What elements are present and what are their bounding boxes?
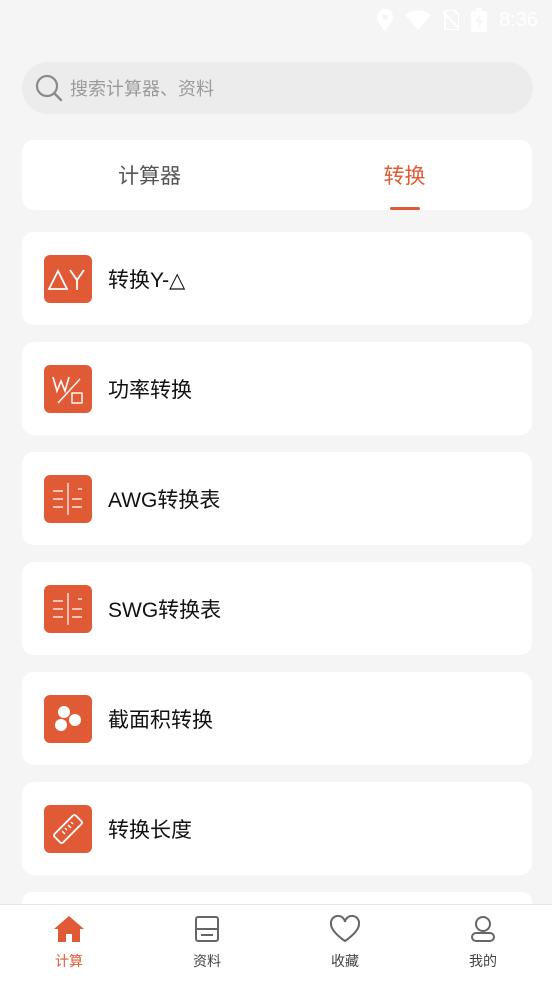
list-item-power[interactable]: 功率转换 — [22, 342, 532, 435]
awg-table-icon — [44, 474, 92, 523]
list-item-cross-section[interactable]: 截面积转换 — [22, 672, 532, 765]
tab-label: 计算器 — [118, 164, 181, 188]
list-item-delta-y[interactable]: 转换Y-△ — [22, 232, 532, 325]
wifi-icon — [405, 10, 432, 30]
nav-label: 收藏 — [331, 954, 359, 970]
category-tabs: 计算器 转换 — [22, 140, 532, 210]
tab-convert[interactable]: 转换 — [277, 140, 532, 210]
cross-section-icon — [44, 694, 92, 743]
convert-list: 转换Y-△ 功率转换 AWG转换表 SWG转换表 截面积转换 转换长度 — [22, 232, 532, 929]
nav-item-materials[interactable]: 资料 — [138, 905, 276, 981]
nav-item-calculate[interactable]: 计算 — [0, 905, 138, 981]
active-tab-indicator — [389, 207, 420, 210]
list-item-swg[interactable]: SWG转换表 — [22, 562, 532, 655]
item-label: 转换Y-△ — [108, 268, 186, 292]
location-icon — [377, 9, 394, 31]
tab-calculator[interactable]: 计算器 — [22, 140, 277, 210]
item-label: 功率转换 — [108, 378, 192, 402]
status-bar: 8:36 — [0, 0, 552, 40]
heart-icon — [329, 914, 361, 947]
nav-item-profile[interactable]: 我的 — [414, 905, 552, 981]
nav-item-favorites[interactable]: 收藏 — [276, 905, 414, 981]
list-item-awg[interactable]: AWG转换表 — [22, 452, 532, 545]
profile-icon — [469, 915, 497, 947]
bottom-nav: 计算 资料 收藏 我的 — [0, 904, 552, 981]
search-placeholder: 搜索计算器、资料 — [70, 79, 214, 100]
search-icon — [34, 73, 64, 103]
no-sim-icon — [443, 10, 460, 30]
power-w-icon — [44, 364, 92, 413]
battery-charging-icon — [471, 8, 488, 32]
search-bar[interactable]: 搜索计算器、资料 — [22, 62, 533, 114]
home-icon — [54, 915, 84, 947]
nav-label: 我的 — [469, 954, 497, 970]
document-icon — [193, 915, 221, 947]
nav-label: 资料 — [193, 954, 221, 970]
item-label: SWG转换表 — [108, 598, 222, 622]
tab-label: 转换 — [383, 164, 426, 188]
nav-label: 计算 — [55, 954, 83, 970]
status-time: 8:36 — [499, 8, 538, 31]
item-label: AWG转换表 — [108, 488, 221, 512]
list-item-length[interactable]: 转换长度 — [22, 782, 532, 875]
delta-y-icon — [44, 254, 92, 303]
ruler-icon — [44, 804, 92, 853]
swg-table-icon — [44, 584, 92, 633]
item-label: 截面积转换 — [108, 708, 213, 732]
item-label: 转换长度 — [108, 818, 192, 842]
